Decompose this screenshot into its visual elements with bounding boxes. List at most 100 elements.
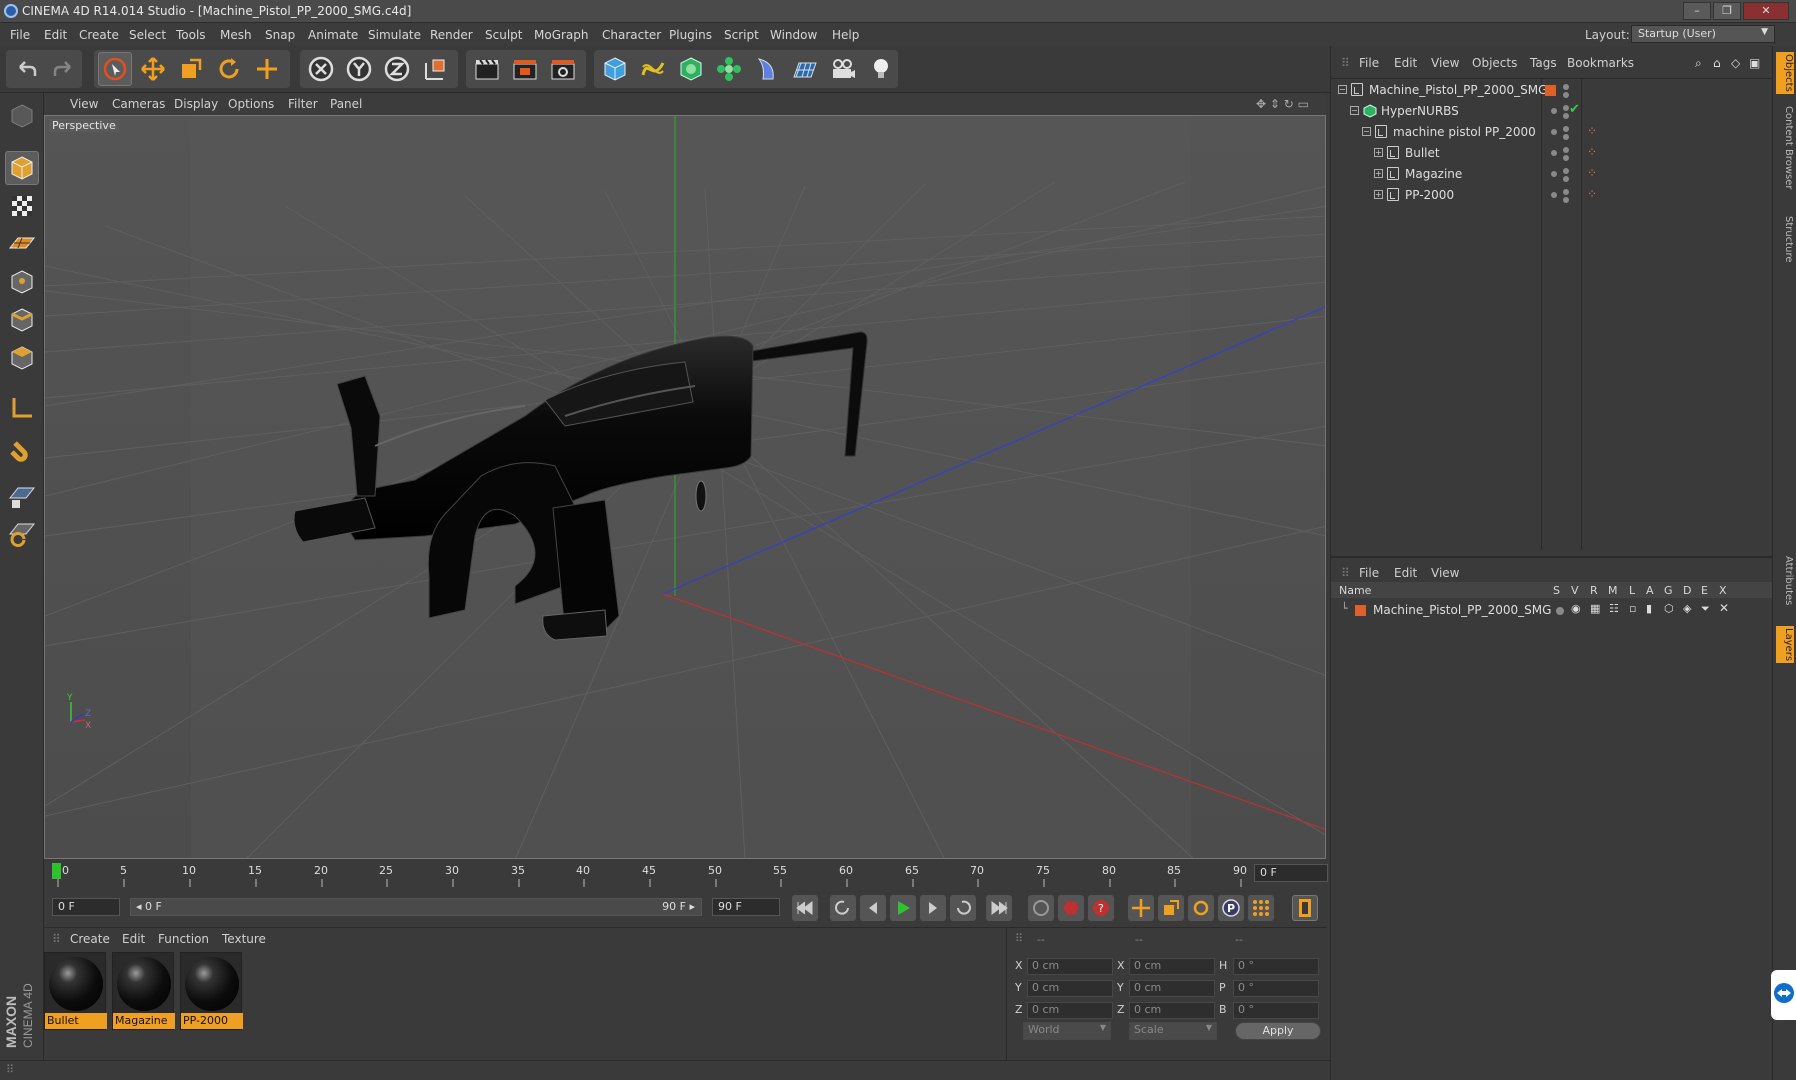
layer-column-manager[interactable]: M	[1608, 584, 1618, 597]
visibility-dot[interactable]	[1563, 92, 1569, 98]
collapse-icon[interactable]: −	[1350, 106, 1359, 115]
menu-script[interactable]: Script	[724, 28, 759, 42]
layer-expressions-icon[interactable]: ⏷	[1701, 602, 1710, 616]
size-z-field[interactable]: 0 cm	[1129, 1002, 1215, 1019]
layer-column-animation[interactable]: A	[1646, 584, 1654, 597]
home-icon[interactable]: ⌂	[1713, 56, 1721, 70]
layer-animation-icon[interactable]: ▮	[1646, 602, 1652, 615]
layer-lock-icon[interactable]: ▫	[1629, 602, 1636, 615]
visibility-dot[interactable]	[1551, 150, 1557, 156]
layer-column-generators[interactable]: G	[1664, 584, 1673, 597]
layer-column-locked[interactable]: L	[1629, 584, 1635, 597]
visibility-dot[interactable]	[1563, 197, 1569, 203]
menu-sculpt[interactable]: Sculpt	[485, 28, 522, 42]
render-picture-viewer-icon[interactable]	[508, 52, 542, 86]
layer-deformers-icon[interactable]: ◈	[1683, 602, 1691, 615]
layer-menu-edit[interactable]: Edit	[1394, 566, 1417, 580]
viewport-menu-options[interactable]: Options	[228, 97, 274, 111]
visibility-dot[interactable]	[1563, 189, 1569, 195]
position-y-field[interactable]: 0 cm	[1027, 980, 1113, 997]
visibility-dot[interactable]	[1563, 176, 1569, 182]
go-to-end-icon[interactable]	[986, 895, 1012, 921]
search-icon[interactable]: ⌕	[1695, 56, 1702, 71]
deformer-icon[interactable]	[750, 52, 784, 86]
menu-window[interactable]: Window	[770, 28, 817, 42]
menu-edit[interactable]: Edit	[44, 28, 67, 42]
expand-icon[interactable]: +	[1374, 148, 1383, 157]
undo-icon[interactable]	[10, 52, 44, 86]
object-row[interactable]: − Machine_Pistol_PP_2000_SMG	[1331, 80, 1773, 101]
parameter-key-icon[interactable]: P	[1218, 895, 1244, 921]
visibility-dot[interactable]	[1563, 134, 1569, 140]
visibility-dot[interactable]	[1563, 84, 1569, 90]
material-tag-icon[interactable]: ⁘	[1587, 166, 1597, 180]
x-axis-icon[interactable]	[304, 52, 338, 86]
object-menu-view[interactable]: View	[1431, 56, 1459, 70]
menu-file[interactable]: File	[10, 28, 30, 42]
step-forward-icon[interactable]	[920, 895, 946, 921]
coordinate-space-dropdown[interactable]: World ▼	[1023, 1022, 1111, 1040]
move-icon[interactable]	[136, 52, 170, 86]
position-x-field[interactable]: 0 cm	[1027, 958, 1113, 975]
visibility-dot[interactable]	[1563, 155, 1569, 161]
rotation-b-field[interactable]: 0 °	[1233, 1002, 1319, 1019]
menu-tools[interactable]: Tools	[176, 28, 206, 42]
close-button[interactable]: ✕	[1743, 2, 1789, 20]
visibility-dot[interactable]	[1551, 192, 1557, 198]
tab-content-browser[interactable]: Content Browser	[1776, 106, 1794, 189]
menu-help[interactable]: Help	[832, 28, 859, 42]
snap-settings-icon[interactable]	[5, 517, 39, 551]
menu-select[interactable]: Select	[129, 28, 166, 42]
axis-mode-icon[interactable]	[5, 391, 39, 425]
filter-icon[interactable]: ◇	[1731, 56, 1740, 70]
layer-render-icon[interactable]: ▦	[1590, 602, 1600, 615]
nurbs-icon[interactable]	[674, 52, 708, 86]
record-active-objects-icon[interactable]	[1028, 895, 1054, 921]
model-mode-icon[interactable]	[5, 151, 39, 185]
layer-color-tag[interactable]	[1545, 85, 1556, 96]
camera-icon[interactable]	[826, 52, 860, 86]
tab-objects[interactable]: Objects	[1776, 52, 1794, 94]
layer-column-expressions[interactable]: E	[1701, 584, 1708, 597]
add-icon[interactable]	[250, 52, 284, 86]
layer-column-name[interactable]: Name	[1339, 584, 1371, 597]
current-frame-field[interactable]: 0 F	[1254, 864, 1328, 882]
layer-column-view[interactable]: V	[1571, 584, 1579, 597]
autokeying-icon[interactable]	[1058, 895, 1084, 921]
viewport-menu-view[interactable]: View	[70, 97, 98, 111]
coordinate-system-icon[interactable]	[418, 52, 452, 86]
rotation-p-field[interactable]: 0 °	[1233, 980, 1319, 997]
material-tag-icon[interactable]: ⁘	[1587, 124, 1597, 138]
layer-column-xref[interactable]: X	[1719, 584, 1727, 597]
position-z-field[interactable]: 0 cm	[1027, 1002, 1113, 1019]
object-menu-edit[interactable]: Edit	[1394, 56, 1417, 70]
menu-animate[interactable]: Animate	[308, 28, 358, 42]
menu-render[interactable]: Render	[430, 28, 473, 42]
position-key-icon[interactable]	[1128, 895, 1154, 921]
layer-menu-file[interactable]: File	[1359, 566, 1379, 580]
material-swatch[interactable]: Magazine	[112, 952, 175, 1030]
scale-icon[interactable]	[174, 52, 208, 86]
viewport-menu-display[interactable]: Display	[174, 97, 218, 111]
new-panel-icon[interactable]: ▣	[1749, 56, 1760, 70]
material-swatch[interactable]: Bullet	[44, 952, 107, 1030]
scale-key-icon[interactable]	[1158, 895, 1184, 921]
visibility-dot[interactable]	[1551, 129, 1557, 135]
material-swatch[interactable]: PP-2000	[180, 952, 243, 1030]
material-menu-texture[interactable]: Texture	[222, 932, 266, 946]
viewport-menu-cameras[interactable]: Cameras	[112, 97, 165, 111]
material-tag-icon[interactable]: ⁘	[1587, 145, 1597, 159]
redo-icon[interactable]	[46, 52, 80, 86]
layer-solo-toggle[interactable]	[1556, 607, 1564, 615]
start-frame-field[interactable]: 0 F	[52, 898, 120, 916]
enabled-checkmark-icon[interactable]: ✔	[1569, 102, 1580, 117]
point-level-animation-icon[interactable]	[1248, 895, 1274, 921]
object-menu-file[interactable]: File	[1359, 56, 1379, 70]
material-menu-edit[interactable]: Edit	[122, 932, 145, 946]
edges-mode-icon[interactable]	[5, 303, 39, 337]
visibility-dot[interactable]	[1563, 168, 1569, 174]
floor-icon[interactable]	[788, 52, 822, 86]
collapse-icon[interactable]: −	[1362, 127, 1371, 136]
end-frame-field[interactable]: 90 F	[712, 898, 780, 916]
keyframe-selection-icon[interactable]: ?	[1088, 895, 1114, 921]
